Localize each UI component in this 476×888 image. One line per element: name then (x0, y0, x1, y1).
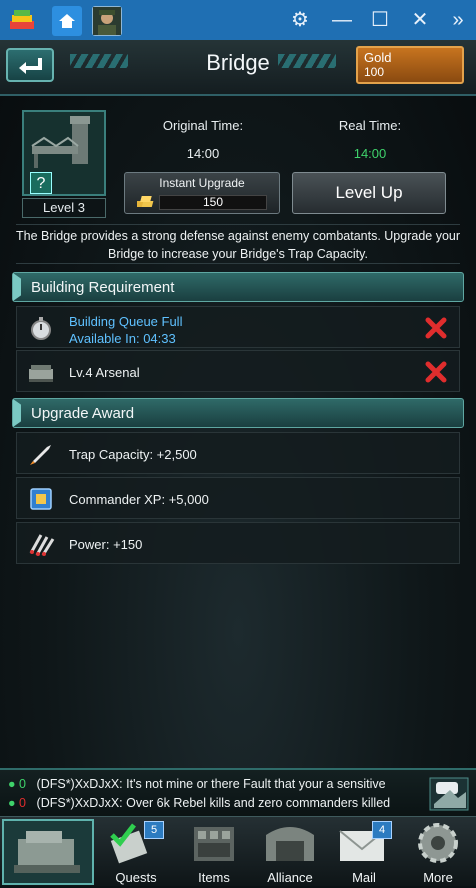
real-time-label: Real Time: (338, 118, 402, 133)
nav-label: Quests (115, 870, 157, 885)
game-tab[interactable] (92, 6, 122, 36)
instant-upgrade-button[interactable]: Instant Upgrade 150 (124, 172, 280, 214)
question-icon[interactable]: ? (30, 172, 52, 194)
nav-label: Alliance (267, 870, 313, 885)
queue-full-text: Building Queue Full (69, 314, 183, 329)
alliance-icon (266, 827, 314, 861)
requirement-row-queue[interactable]: Building Queue Full Available In: 04:33 (16, 306, 460, 348)
arsenal-requirement-text: Lv.4 Arsenal (69, 365, 140, 380)
home-tab[interactable] (52, 6, 82, 36)
award-row-trap-capacity: Trap Capacity: +2,500 (16, 432, 460, 474)
original-time-label: Original Time: (162, 118, 244, 133)
rocket-icon (30, 445, 51, 465)
award-text: Commander XP: +5,000 (69, 492, 209, 507)
bottom-nav: 5 Quests Items Alliance 4 Mail More (0, 816, 476, 886)
queue-available-text: Available In: 04:33 (69, 331, 176, 346)
building-requirement-header: Building Requirement (12, 272, 464, 302)
level-up-button[interactable]: Level Up (292, 172, 446, 214)
nav-more[interactable]: More (400, 817, 476, 887)
missiles-icon (29, 534, 55, 556)
award-text: Trap Capacity: +2,500 (69, 447, 197, 462)
award-row-power: Power: +150 (16, 522, 460, 564)
building-description: The Bridge provides a strong defense aga… (16, 224, 460, 264)
gold-label: Gold (364, 50, 392, 65)
chat-count: 0 (19, 777, 26, 791)
person-icon: ● (8, 777, 16, 791)
section-title: Upgrade Award (31, 405, 135, 422)
arsenal-icon (29, 365, 53, 382)
base-button[interactable] (2, 819, 94, 885)
nav-label: Items (198, 870, 230, 885)
chat-line: ● 0 (DFS*)XxDJxX: Over 6k Rebel kills an… (8, 796, 390, 810)
gear-icon (418, 823, 458, 863)
stopwatch-icon (31, 317, 51, 340)
mail-badge: 4 (372, 821, 392, 839)
instant-upgrade-label: Instant Upgrade (159, 176, 245, 190)
section-title: Building Requirement (31, 279, 175, 296)
gold-balance[interactable]: Gold 100 (356, 46, 464, 84)
real-time-value: 14:00 (353, 146, 387, 161)
award-row-commander-xp: Commander XP: +5,000 (16, 477, 460, 519)
emulator-titlebar: ⚙ — ☐ ✕ » (0, 0, 476, 40)
requirement-row-arsenal[interactable]: Lv.4 Arsenal (16, 350, 460, 392)
original-time-value: 14:00 (186, 146, 220, 161)
upgrade-award-header: Upgrade Award (12, 398, 464, 428)
unmet-x-icon (425, 317, 447, 339)
minimize-icon[interactable]: — (330, 8, 354, 32)
building-image: ? (22, 110, 106, 196)
chat-count: 0 (19, 796, 26, 810)
building-panel: ? Level 3 Original Time: 14:00 Real Time… (16, 106, 460, 218)
chat-bar[interactable]: ● 0 (DFS*)XxDJxX: It's not mine or there… (0, 768, 476, 816)
building-level: Level 3 (22, 198, 106, 218)
xp-book-icon (30, 488, 52, 510)
gear-icon[interactable]: ⚙ (288, 8, 312, 32)
gold-value: 100 (364, 65, 385, 79)
bluestacks-logo-icon[interactable] (9, 8, 35, 32)
header-bar: Bridge Gold 100 (0, 40, 476, 96)
nav-quests[interactable]: 5 Quests (98, 817, 174, 887)
section-edge-decoration (13, 273, 21, 301)
nav-mail[interactable]: 4 Mail (326, 817, 402, 887)
chat-line: ● 0 (DFS*)XxDJxX: It's not mine or there… (8, 777, 386, 791)
chat-message: (DFS*)XxDJxX: Over 6k Rebel kills and ze… (36, 796, 391, 810)
close-icon[interactable]: ✕ (408, 8, 432, 32)
unmet-x-icon (425, 361, 447, 383)
gold-bars-icon (137, 196, 154, 207)
expand-icon[interactable]: » (446, 8, 470, 32)
base-icon (14, 831, 80, 873)
items-icon (194, 827, 234, 861)
award-text: Power: +150 (69, 537, 143, 552)
nav-label: More (423, 870, 453, 885)
nav-items[interactable]: Items (176, 817, 252, 887)
home-icon (59, 14, 75, 28)
chat-message: (DFS*)XxDJxX: It's not mine or there Fau… (36, 777, 386, 791)
quests-badge: 5 (144, 821, 164, 839)
instant-upgrade-cost: 150 (159, 195, 267, 210)
chat-bubble-icon[interactable] (428, 774, 470, 814)
section-edge-decoration (13, 399, 21, 427)
person-icon: ● (8, 796, 16, 810)
game-screen: Bridge Gold 100 ? Level 3 Original Time:… (0, 40, 476, 886)
soldier-portrait-icon (93, 7, 121, 35)
nav-label: Mail (352, 870, 376, 885)
maximize-icon[interactable]: ☐ (368, 8, 392, 32)
nav-alliance[interactable]: Alliance (252, 817, 328, 887)
